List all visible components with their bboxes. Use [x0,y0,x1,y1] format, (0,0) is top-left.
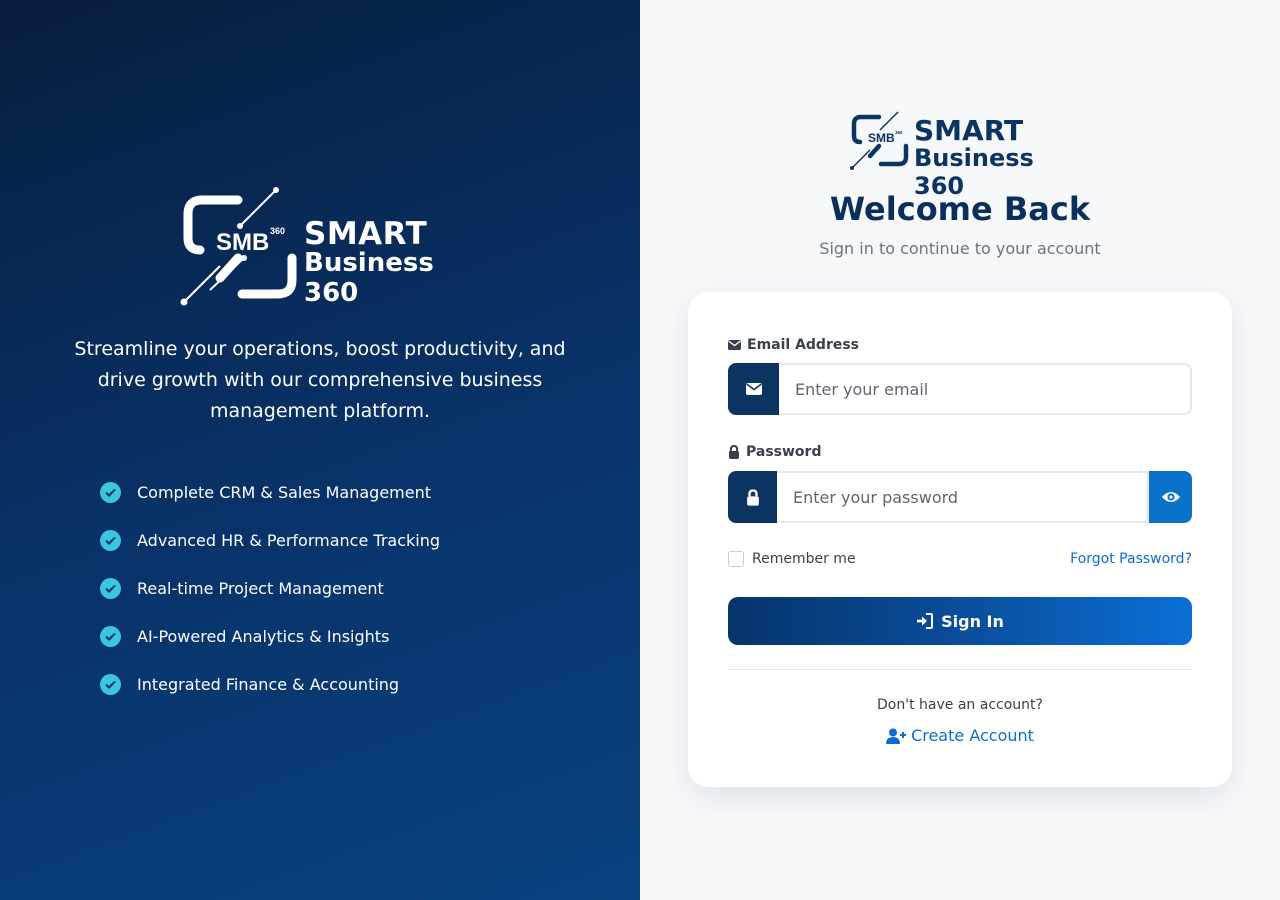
feature-item: Advanced HR & Performance Tracking [100,516,440,564]
svg-text:SMB: SMB [868,131,895,145]
remember-me-label: Remember me [752,551,856,567]
feature-item: AI-Powered Analytics & Insights [100,612,440,660]
envelope-icon [728,340,741,350]
check-circle-icon [100,577,121,599]
feature-label: Complete CRM & Sales Management [137,482,432,502]
page-title: Welcome Back [829,190,1091,228]
brand-logo-right: SMB 360 SMART Business 360 [850,110,1080,200]
check-circle-icon [100,625,121,647]
left-hero-panel: SMB 360 SMART Business 360 Streamline yo… [0,0,640,900]
password-field[interactable] [777,471,1149,523]
brand-logo-left: SMB 360 SMART Business 360 [180,186,470,310]
brand-word-smart: SMART [914,114,1024,147]
email-input-group [728,363,1192,415]
sign-in-arrow-icon [916,613,934,629]
smb-logo-mark-icon: SMB 360 [180,187,297,306]
brand-word-smart: SMART [304,216,428,252]
toggle-password-visibility-button[interactable] [1149,471,1192,523]
login-card: Email Address Password [688,292,1232,787]
feature-label: AI-Powered Analytics & Insights [137,626,390,646]
forgot-password-link[interactable]: Forgot Password? [1070,551,1192,567]
remember-me-checkbox[interactable]: Remember me [728,551,856,567]
lock-icon [728,445,740,459]
svg-text:360: 360 [270,226,285,236]
divider [728,669,1192,670]
password-label: Password [728,444,821,460]
email-field[interactable] [779,363,1192,415]
feature-label: Real-time Project Management [137,578,384,598]
check-circle-icon [100,529,121,551]
sign-in-button[interactable]: Sign In [728,597,1192,645]
create-account-link[interactable]: Create Account [688,726,1232,745]
password-input-group [728,471,1192,523]
smb-logo-mark-icon: SMB 360 [850,111,909,170]
feature-label: Advanced HR & Performance Tracking [137,530,440,550]
feature-list: Complete CRM & Sales Management Advanced… [100,468,440,708]
envelope-icon [728,363,779,415]
user-plus-icon [886,728,907,744]
create-account-label: Create Account [911,726,1034,745]
no-account-text: Don't have an account? [877,697,1043,713]
check-circle-icon [100,673,121,695]
hero-tagline: Streamline your operations, boost produc… [74,338,566,422]
svg-text:SMB: SMB [216,229,269,256]
svg-text:360: 360 [895,130,903,135]
feature-item: Integrated Finance & Accounting [100,660,440,708]
lock-icon [728,471,777,523]
feature-item: Real-time Project Management [100,564,440,612]
eye-icon [1161,490,1181,504]
page-subtitle: Sign in to continue to your account [819,239,1101,258]
email-label: Email Address [728,337,859,353]
right-login-panel: SMB 360 SMART Business 360 Welcome Back … [640,0,1280,900]
feature-label: Integrated Finance & Accounting [137,674,400,694]
sign-in-label: Sign In [941,611,1004,631]
check-circle-icon [100,481,121,503]
checkbox-box[interactable] [728,551,744,567]
feature-item: Complete CRM & Sales Management [100,468,440,516]
brand-word-business: Business 360 [304,248,434,308]
